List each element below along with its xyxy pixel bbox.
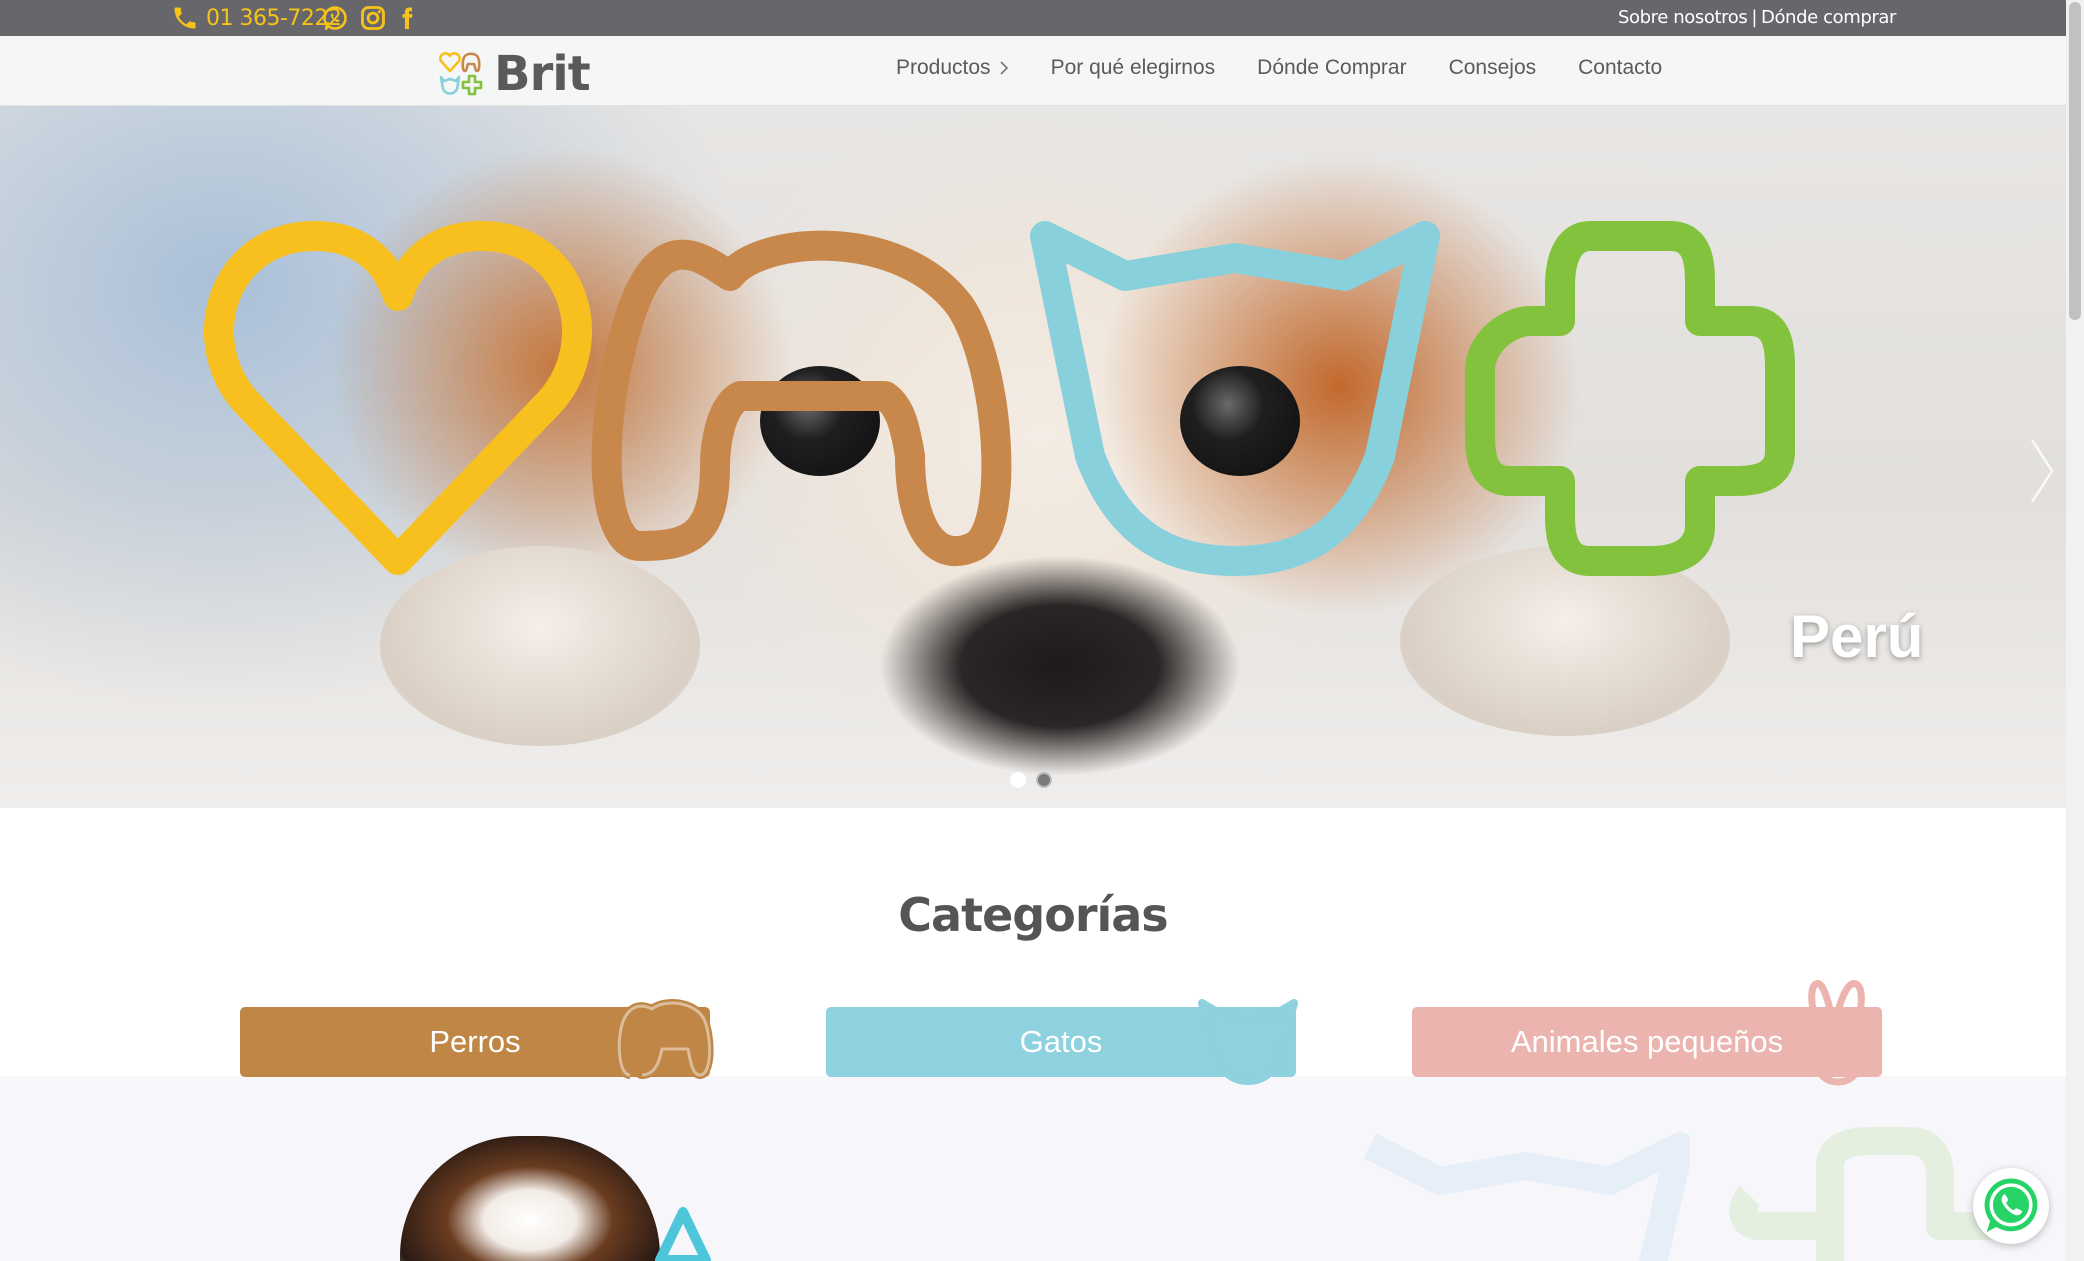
slider-dot-1[interactable]	[1010, 772, 1026, 788]
slider-dots	[1010, 772, 1052, 788]
triangle-accent-icon	[655, 1207, 711, 1261]
whatsapp-chat-button[interactable]	[1973, 1168, 2049, 1244]
dog-shape	[591, 230, 1012, 567]
nav-item-consejos[interactable]: Consejos	[1449, 56, 1537, 80]
brand-shapes	[204, 221, 1795, 576]
about-us-link[interactable]: Sobre nosotros	[1618, 7, 1748, 28]
top-bar: 01 365-7222 Sobre nosotros | Dónde compr…	[0, 0, 2066, 36]
brit-logo[interactable]: Brit	[438, 46, 591, 102]
top-links: Sobre nosotros | Dónde comprar	[1618, 7, 1896, 28]
nav-item-label: Contacto	[1578, 56, 1663, 79]
facebook-icon	[402, 7, 413, 29]
facebook-link[interactable]	[392, 4, 422, 32]
phone-link[interactable]: 01 365-7222	[170, 4, 342, 32]
nav-item-por-que-elegirnos[interactable]: Por qué elegirnos	[1051, 56, 1216, 80]
cat-shape	[1030, 221, 1440, 576]
category-label: Gatos	[1019, 1024, 1103, 1059]
nav-item-label: Por qué elegirnos	[1050, 56, 1216, 79]
categories-title: Categorías	[898, 888, 1168, 942]
hero-caption: Perú	[1790, 603, 1924, 670]
nav-item-productos[interactable]: Productos	[896, 56, 1009, 80]
logo-wordmark: Brit	[494, 46, 591, 102]
main-nav: Productos Por qué elegirnos Dónde Compra…	[896, 56, 1662, 80]
dog-photo	[400, 1136, 660, 1261]
nav-item-label: Productos	[896, 56, 991, 79]
nav-item-donde-comprar[interactable]: Dónde Comprar	[1257, 56, 1406, 80]
link-separator: |	[1751, 7, 1757, 28]
chevron-right-icon	[999, 61, 1008, 75]
cat-watermark-icon	[1363, 1132, 1690, 1261]
cat-icon	[1198, 999, 1298, 1085]
slider-dot-2[interactable]	[1036, 772, 1052, 788]
hero-slider[interactable]: Perú	[0, 106, 2066, 808]
dog-icon	[615, 999, 714, 1079]
page: 01 365-7222 Sobre nosotros | Dónde compr…	[0, 0, 2084, 1261]
category-label: Perros	[429, 1024, 521, 1059]
instagram-link[interactable]	[358, 4, 388, 32]
whatsapp-link[interactable]	[320, 4, 350, 32]
main-header: Brit Productos Por qué elegirnos Dónde C…	[0, 36, 2066, 106]
cross-shape	[1465, 221, 1795, 576]
brit-logo-icon	[439, 52, 483, 96]
instagram-icon	[361, 6, 385, 30]
nav-item-contacto[interactable]: Contacto	[1578, 56, 1662, 80]
whatsapp-icon	[323, 6, 347, 30]
nav-item-label: Consejos	[1448, 56, 1537, 79]
where-to-buy-link[interactable]: Dónde comprar	[1761, 7, 1896, 28]
phone-icon	[174, 7, 196, 29]
nav-item-label: Dónde Comprar	[1257, 56, 1407, 79]
scrollbar-thumb[interactable]	[2069, 2, 2081, 320]
rabbit-icon	[1808, 980, 1865, 1086]
next-slide-arrow-icon[interactable]	[2026, 436, 2056, 506]
category-label: Animales pequeños	[1510, 1024, 1784, 1059]
whatsapp-icon	[1984, 1178, 2038, 1233]
page-scrollbar[interactable]	[2066, 0, 2084, 1261]
featured-section	[0, 1076, 2066, 1261]
heart-shape	[204, 221, 592, 575]
